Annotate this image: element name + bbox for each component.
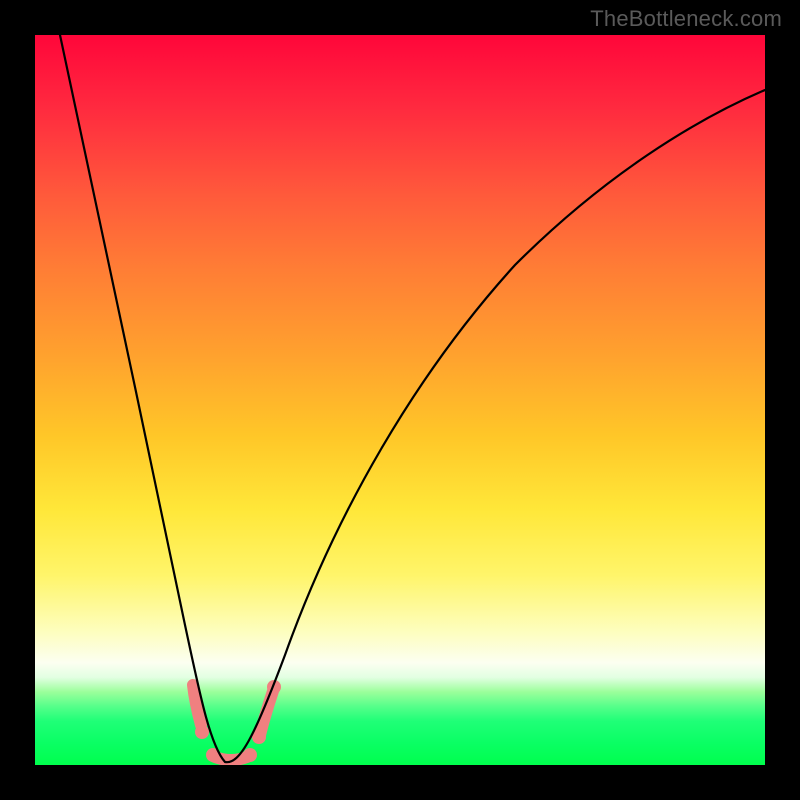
curve-layer (35, 35, 765, 765)
marker-valley-right-dot (243, 748, 257, 762)
chart-frame: TheBottleneck.com (0, 0, 800, 800)
marker-valley (215, 757, 247, 760)
watermark-text: TheBottleneck.com (590, 6, 782, 32)
plot-area (35, 35, 765, 765)
bottleneck-curve (60, 35, 765, 762)
marker-left-dot (195, 725, 209, 739)
